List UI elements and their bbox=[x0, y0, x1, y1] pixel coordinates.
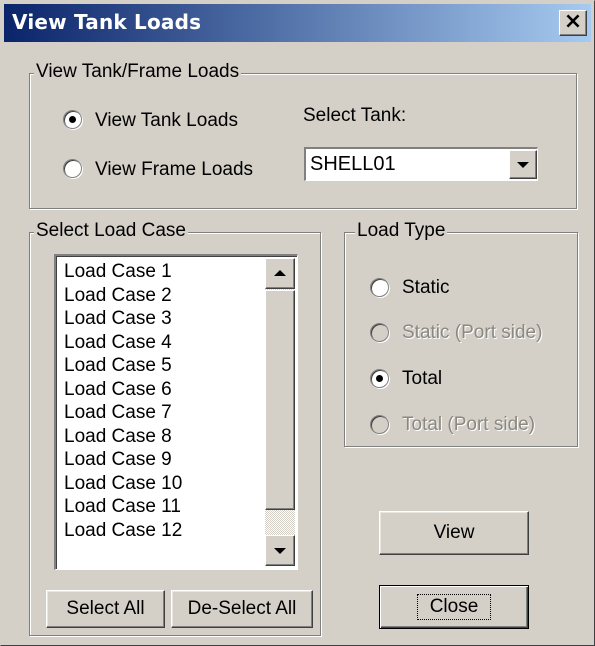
view-frame-loads-radio[interactable] bbox=[63, 159, 82, 178]
list-item[interactable]: Load Case 8 bbox=[64, 425, 182, 449]
list-item[interactable]: Load Case 3 bbox=[64, 307, 182, 331]
list-item[interactable]: Load Case 12 bbox=[64, 519, 182, 543]
deselect-all-button[interactable]: De-Select All bbox=[171, 590, 313, 628]
static-port-side-label: Static (Port side) bbox=[402, 322, 543, 343]
close-button-label: Close bbox=[416, 594, 492, 620]
load-case-listbox[interactable]: Load Case 1 Load Case 2 Load Case 3 Load… bbox=[54, 254, 298, 570]
list-item[interactable]: Load Case 1 bbox=[64, 260, 182, 284]
static-radio[interactable] bbox=[370, 278, 389, 297]
title-bar[interactable]: View Tank Loads × bbox=[4, 4, 591, 42]
total-port-side-label: Total (Port side) bbox=[402, 414, 536, 435]
view-button[interactable]: View bbox=[379, 511, 529, 555]
dialog-window: View Tank Loads × View Tank/Frame Loads … bbox=[0, 0, 595, 646]
view-button-label: View bbox=[433, 522, 475, 543]
list-scrollbar-thumb[interactable] bbox=[265, 290, 295, 510]
close-icon: × bbox=[563, 9, 583, 34]
list-item[interactable]: Load Case 5 bbox=[64, 354, 182, 378]
chevron-up-icon bbox=[274, 269, 286, 276]
close-window-button[interactable]: × bbox=[559, 10, 587, 36]
static-port-side-radio bbox=[370, 323, 389, 342]
scroll-up-button[interactable] bbox=[265, 258, 295, 289]
select-tank-dropdown-button[interactable] bbox=[509, 150, 537, 179]
load-type-group-legend: Load Type bbox=[355, 220, 448, 242]
window-title: View Tank Loads bbox=[12, 10, 202, 34]
view-tank-loads-label[interactable]: View Tank Loads bbox=[95, 110, 238, 132]
close-button[interactable]: Close bbox=[379, 585, 529, 629]
list-item[interactable]: Load Case 11 bbox=[64, 495, 182, 519]
select-all-button[interactable]: Select All bbox=[46, 590, 165, 628]
view-tank-loads-radio[interactable] bbox=[63, 110, 82, 129]
list-item[interactable]: Load Case 4 bbox=[64, 331, 182, 355]
list-item[interactable]: Load Case 6 bbox=[64, 378, 182, 402]
deselect-all-label: De-Select All bbox=[187, 598, 297, 619]
list-item[interactable]: Load Case 7 bbox=[64, 401, 182, 425]
view-frame-loads-label[interactable]: View Frame Loads bbox=[95, 159, 253, 181]
tank-frame-group-legend: View Tank/Frame Loads bbox=[34, 61, 242, 83]
total-label[interactable]: Total bbox=[402, 368, 442, 390]
chevron-down-icon bbox=[517, 161, 529, 168]
total-port-side-radio bbox=[370, 415, 389, 434]
select-all-label: Select All bbox=[66, 598, 145, 619]
tank-frame-group: View Tank/Frame Loads bbox=[29, 61, 577, 209]
load-case-list: Load Case 1 Load Case 2 Load Case 3 Load… bbox=[64, 260, 182, 542]
list-item[interactable]: Load Case 9 bbox=[64, 448, 182, 472]
total-radio[interactable] bbox=[370, 369, 389, 388]
select-tank-value: SHELL01 bbox=[310, 153, 396, 175]
scroll-down-button[interactable] bbox=[265, 535, 295, 566]
load-case-group-legend: Select Load Case bbox=[34, 220, 188, 242]
static-label[interactable]: Static bbox=[402, 277, 450, 299]
list-item[interactable]: Load Case 10 bbox=[64, 472, 182, 496]
list-item[interactable]: Load Case 2 bbox=[64, 284, 182, 308]
select-tank-label: Select Tank: bbox=[303, 105, 407, 126]
radio-selected-icon bbox=[69, 116, 76, 123]
select-tank-dropdown[interactable]: SHELL01 bbox=[304, 147, 538, 181]
radio-selected-icon bbox=[376, 375, 383, 382]
chevron-down-icon bbox=[274, 547, 286, 554]
